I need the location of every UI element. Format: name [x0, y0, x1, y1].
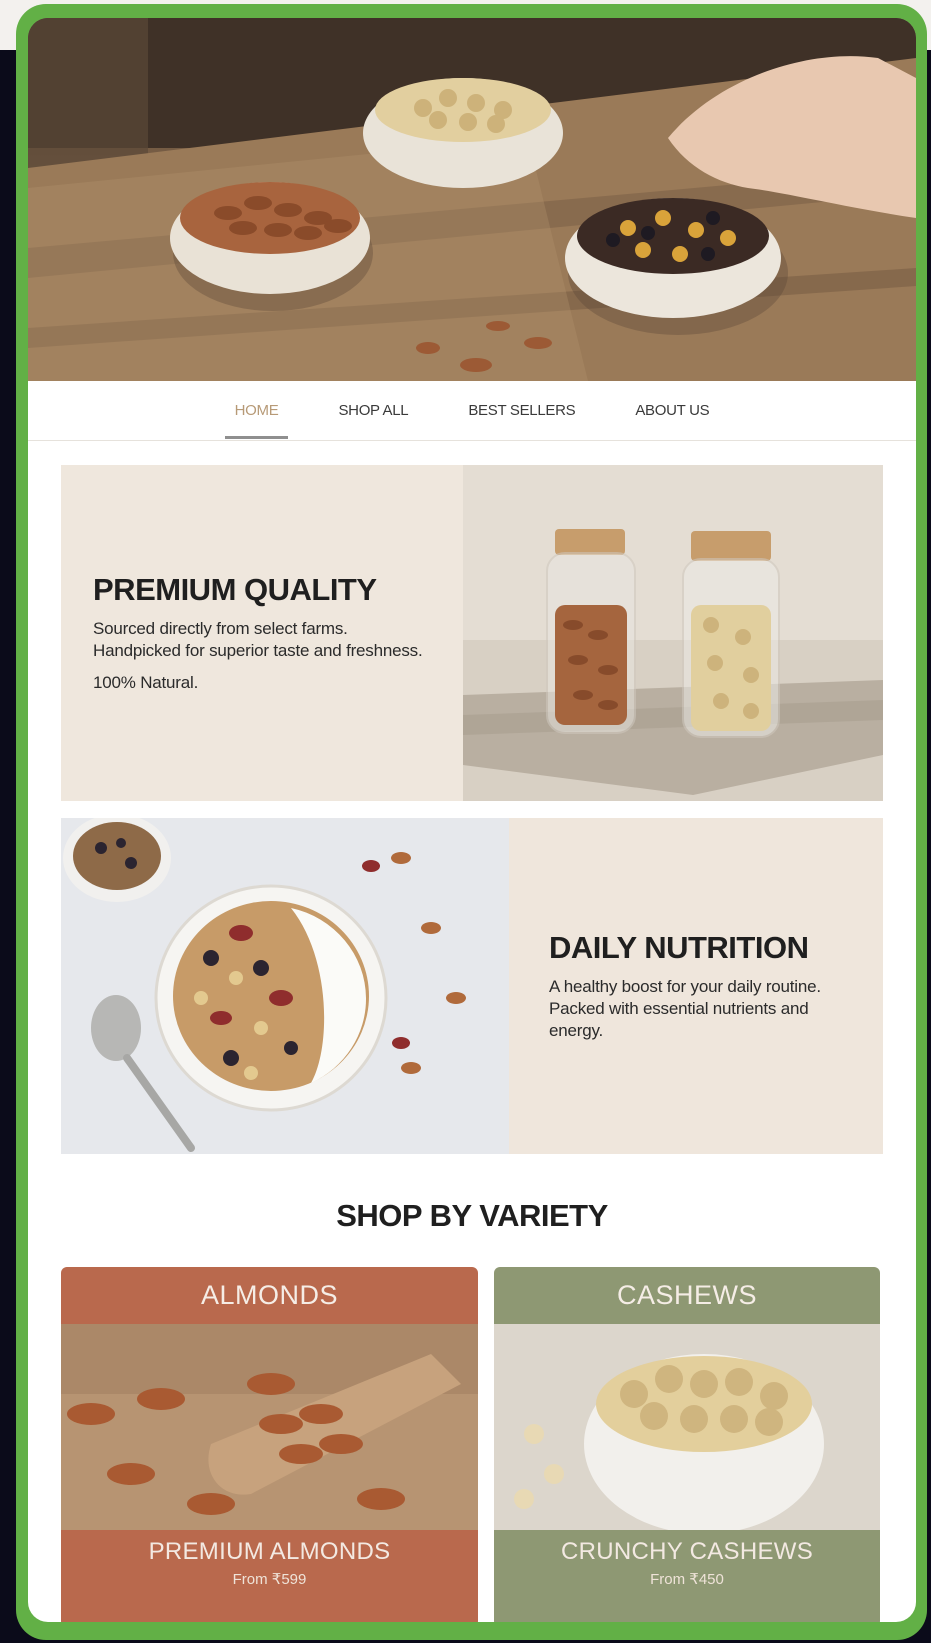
card-price: From ₹450	[650, 1571, 724, 1588]
feature-daily-nutrition: DAILY NUTRITION A healthy boost for your…	[61, 818, 883, 1154]
feature-title: PREMIUM QUALITY	[93, 572, 377, 607]
variety-card-almonds[interactable]: ALMONDS PREMIUM ALMONDS From ₹599	[61, 1267, 478, 1622]
hero-image	[28, 18, 916, 381]
card-header: ALMONDS	[200, 1280, 339, 1310]
feature-title: DAILY NUTRITION	[549, 930, 809, 965]
yogurt-illustration	[61, 818, 509, 1154]
card-price: From ₹599	[232, 1571, 307, 1588]
main-nav: HOME SHOP ALL BEST SELLERS ABOUT US	[28, 381, 916, 441]
jars-image	[463, 465, 883, 801]
nav-home[interactable]: HOME	[224, 392, 289, 439]
hero-illustration	[28, 18, 916, 381]
yogurt-bowl-image	[61, 818, 509, 1154]
card-footer: PREMIUM ALMONDS From ₹599	[61, 1530, 478, 1622]
card-footer: CRUNCHY CASHEWS From ₹450	[494, 1530, 880, 1622]
feature-extra: 100% Natural.	[93, 673, 199, 692]
card-header: CASHEWS	[616, 1280, 758, 1310]
card-product-name: CRUNCHY CASHEWS	[560, 1538, 814, 1565]
variety-card-cashews[interactable]: CASHEWS CRUNCHY CASHEWS From ₹450	[494, 1267, 880, 1622]
jars-illustration	[463, 465, 883, 801]
device-frame: HOME SHOP ALL BEST SELLERS ABOUT US PREM…	[16, 4, 927, 1640]
feature-text-panel: DAILY NUTRITION A healthy boost for your…	[509, 818, 883, 1154]
feature-body: A healthy boost for your daily routine. …	[549, 977, 821, 1040]
card-product-name: PREMIUM ALMONDS	[148, 1538, 391, 1565]
feature-body: Sourced directly from select farms. Hand…	[93, 619, 423, 660]
nav-shop-all[interactable]: SHOP ALL	[328, 392, 418, 429]
cashews-image	[494, 1324, 880, 1530]
page-screen: HOME SHOP ALL BEST SELLERS ABOUT US PREM…	[28, 18, 916, 1622]
cashews-illustration	[494, 1324, 880, 1530]
almonds-image	[61, 1324, 478, 1530]
feature-premium-quality: PREMIUM QUALITY Sourced directly from se…	[61, 465, 883, 801]
nav-best-sellers[interactable]: BEST SELLERS	[458, 392, 585, 429]
almonds-illustration	[61, 1324, 478, 1530]
feature-text-panel: PREMIUM QUALITY Sourced directly from se…	[61, 465, 463, 801]
nav-about-us[interactable]: ABOUT US	[625, 392, 719, 429]
section-title: SHOP BY VARIETY	[336, 1198, 608, 1233]
